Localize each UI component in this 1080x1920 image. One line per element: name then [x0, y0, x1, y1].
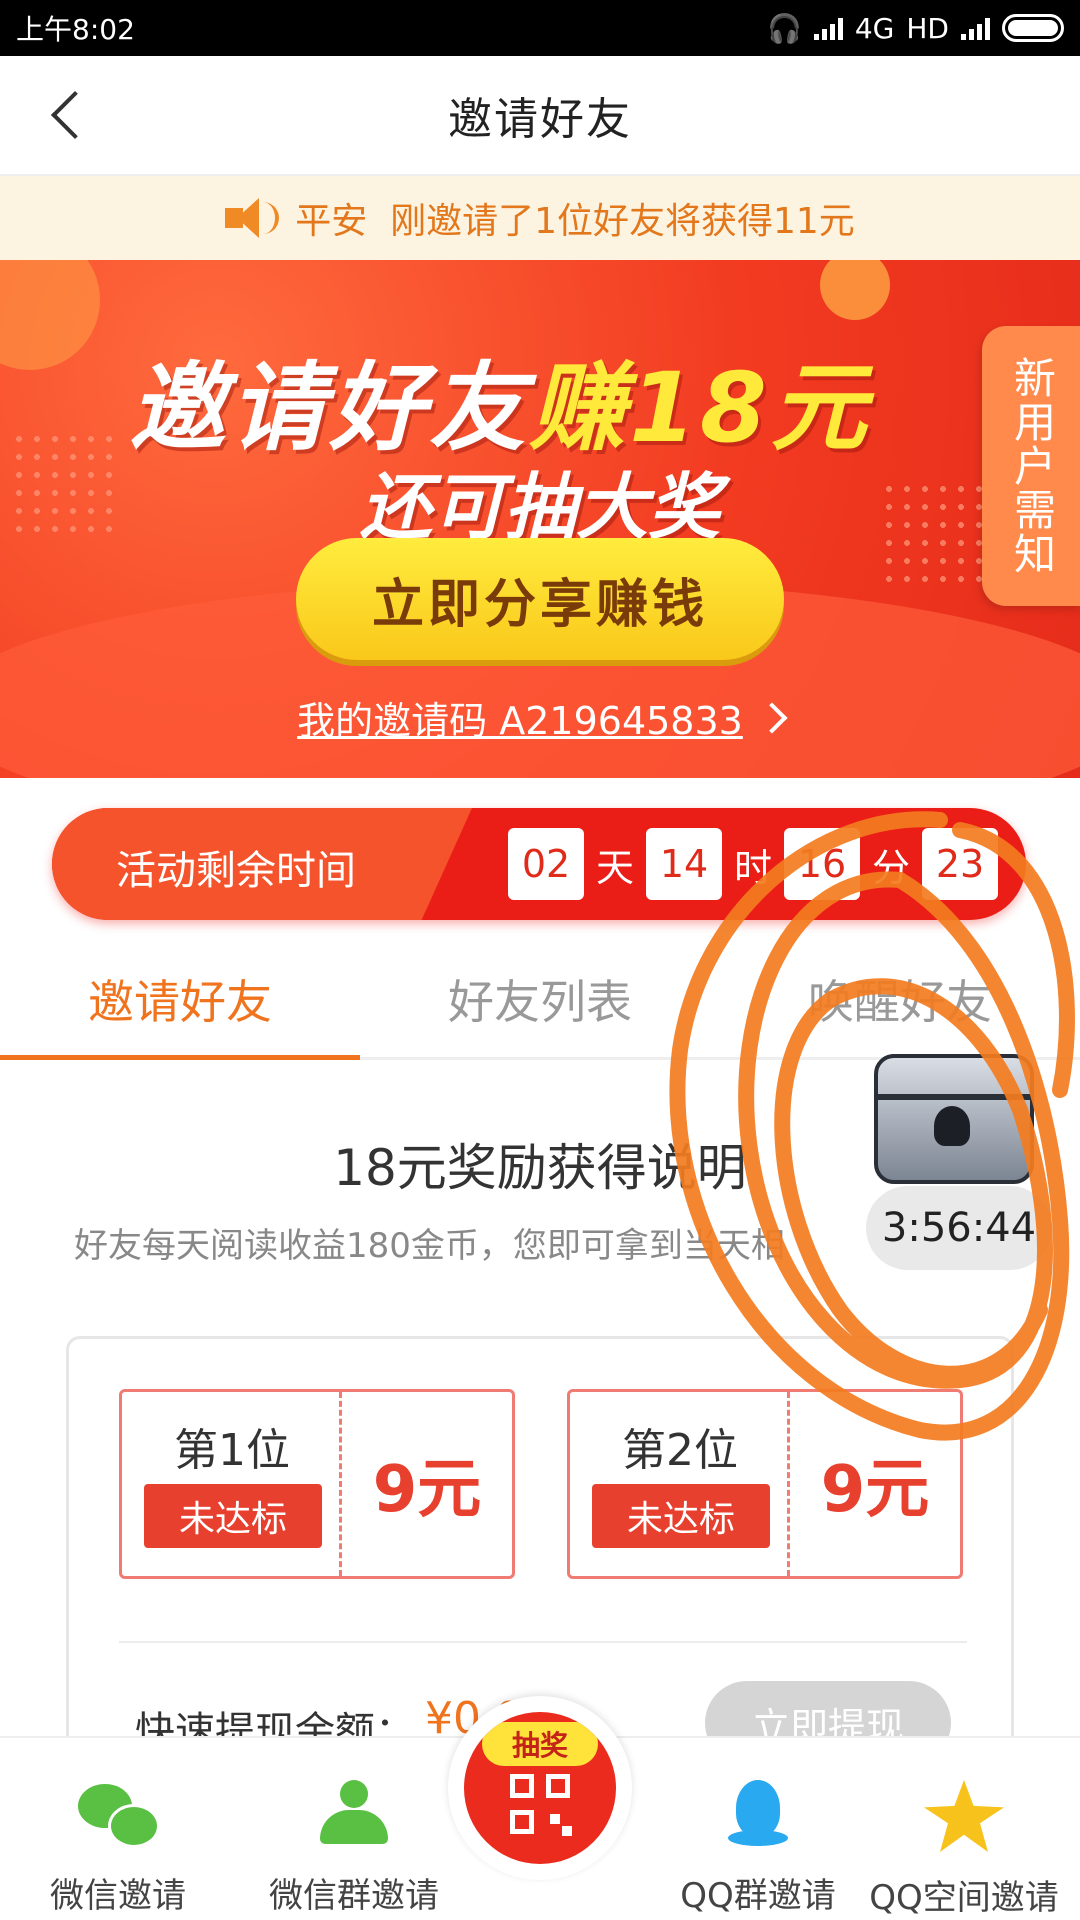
countdown-seconds: 23 — [922, 828, 999, 900]
chevron-right-icon — [756, 701, 788, 734]
promo-banner: 邀请好友赚18元 还可抽大奖 立即分享赚钱 我的邀请码 A219645833 新… — [0, 260, 1080, 778]
new-user-guide-tab[interactable]: 新用户需知 — [982, 326, 1080, 606]
invite-code-text: 我的邀请码 A219645833 — [297, 699, 743, 743]
treasure-chest-icon[interactable] — [874, 1054, 1034, 1184]
status-bar: 上午8:02 🎧 4G HD — [0, 0, 1080, 56]
hd-indicator: HD — [906, 11, 949, 45]
countdown-days-unit: 天 — [596, 845, 635, 890]
slot-status-badge: 未达标 — [592, 1484, 770, 1548]
tab-bar: 邀请好友 好友列表 唤醒好友 — [0, 940, 1080, 1060]
lottery-inner: 抽奖 — [464, 1712, 616, 1864]
nav-label: QQ群邀请 — [680, 1876, 836, 1916]
countdown-minutes-unit: 分 — [872, 845, 911, 890]
nav-qq-group-invite[interactable]: QQ群邀请 — [650, 1738, 866, 1920]
activity-countdown: 活动剩余时间 02 天 14 时 16 分 23 — [52, 808, 1026, 920]
lottery-button[interactable]: 抽奖 — [448, 1696, 632, 1880]
nav-wechat-invite[interactable]: 微信邀请 — [10, 1738, 226, 1920]
nav-label: 微信邀请 — [50, 1876, 186, 1916]
page-title: 邀请好友 — [448, 94, 632, 145]
battery-icon — [1002, 14, 1064, 42]
app-header: 邀请好友 — [0, 56, 1080, 176]
signal-icon-2 — [961, 16, 990, 40]
countdown-hours: 14 — [646, 828, 723, 900]
qr-code-icon — [510, 1774, 572, 1836]
network-type: 4G — [854, 11, 895, 45]
signal-icon — [813, 16, 843, 40]
status-time: 上午8:02 — [16, 13, 135, 46]
tab-wake-friends[interactable]: 唤醒好友 — [720, 940, 1080, 1057]
headphone-icon: 🎧 — [766, 11, 802, 45]
slot-status-badge: 未达标 — [144, 1484, 322, 1548]
countdown-values: 02 天 14 时 16 分 23 — [508, 828, 999, 900]
tab-friend-list[interactable]: 好友列表 — [360, 940, 720, 1057]
nav-qzone-invite[interactable]: QQ空间邀请 — [856, 1738, 1072, 1920]
decor-circle-2 — [820, 260, 890, 320]
nav-label: 微信群邀请 — [269, 1876, 439, 1916]
countdown-label: 活动剩余时间 — [116, 848, 356, 894]
qq-icon — [718, 1780, 798, 1850]
countdown-minutes: 16 — [784, 828, 861, 900]
slot-rank: 第1位 — [174, 1425, 290, 1476]
chest-timer: 3:56:44 — [866, 1186, 1052, 1270]
slot-amount: 9元 — [372, 1453, 482, 1527]
slot-amount: 9元 — [820, 1453, 930, 1527]
card-divider — [119, 1641, 967, 1643]
reward-slot-1: 第1位 未达标 9元 — [119, 1389, 515, 1579]
qzone-icon — [924, 1780, 1004, 1852]
speaker-icon — [225, 198, 280, 238]
tab-invite-friends[interactable]: 邀请好友 — [0, 940, 360, 1060]
wechat-group-icon — [314, 1780, 394, 1850]
reward-description: 好友每天阅读收益180金币，您即可拿到当天相 — [74, 1226, 785, 1266]
status-indicators: 🎧 4G HD — [767, 12, 1064, 45]
share-earn-button[interactable]: 立即分享赚钱 — [296, 538, 784, 660]
notice-bar: 平安 刚邀请了1位好友将获得11元 — [0, 176, 1080, 260]
back-button[interactable] — [40, 86, 100, 146]
notice-text: 平安 刚邀请了1位好友将获得11元 — [295, 201, 855, 242]
nav-wechat-group-invite[interactable]: 微信群邀请 — [246, 1738, 462, 1920]
wechat-icon — [78, 1780, 160, 1850]
nav-label: QQ空间邀请 — [869, 1878, 1059, 1918]
slot-rank: 第2位 — [622, 1425, 738, 1476]
invite-code-link[interactable]: 我的邀请码 A219645833 — [0, 690, 1080, 745]
lottery-badge: 抽奖 — [482, 1722, 598, 1766]
countdown-hours-unit: 时 — [734, 845, 773, 890]
reward-slot-2: 第2位 未达标 9元 — [567, 1389, 963, 1579]
countdown-days: 02 — [508, 828, 584, 900]
